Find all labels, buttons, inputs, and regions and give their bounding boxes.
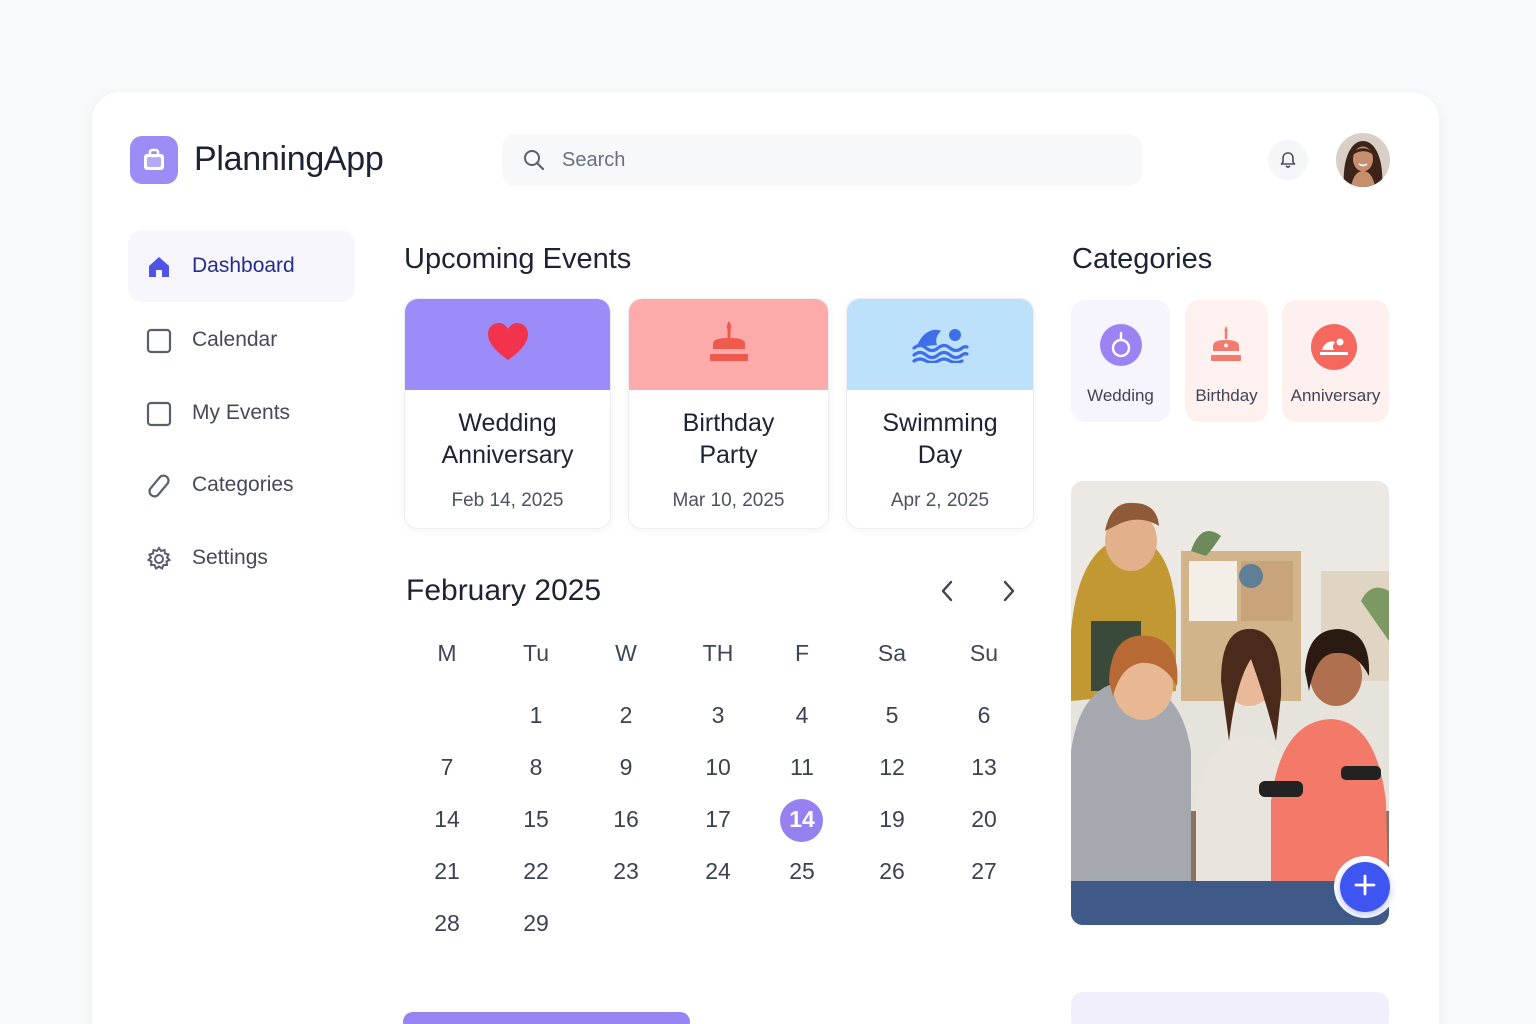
- calendar-day[interactable]: 12: [862, 754, 922, 781]
- weekday-label: Tu: [523, 640, 549, 666]
- category-tile-anniversary[interactable]: Anniversary: [1282, 300, 1389, 422]
- ring-icon: [1100, 324, 1142, 366]
- event-date: Mar 10, 2025: [672, 490, 785, 511]
- event-date: Feb 14, 2025: [451, 490, 564, 511]
- category-label: Birthday: [1195, 386, 1258, 405]
- category-tile-birthday[interactable]: Birthday: [1185, 300, 1268, 422]
- app-title: PlanningApp: [194, 140, 384, 178]
- calendar-day[interactable]: 13: [954, 754, 1014, 781]
- prev-month-button[interactable]: [930, 576, 964, 610]
- category-tile-wedding[interactable]: Wedding: [1071, 300, 1170, 422]
- calendar-day[interactable]: 2: [596, 702, 656, 729]
- calendar-day[interactable]: 14: [417, 806, 477, 833]
- sidebar-item-categories[interactable]: Categories: [128, 449, 355, 521]
- square-icon: [146, 328, 172, 354]
- weekday-label: M: [437, 640, 457, 666]
- plus-icon: [1354, 874, 1376, 901]
- event-date: Apr 2, 2025: [890, 490, 990, 511]
- sidebar-item-my-events[interactable]: My Events: [128, 377, 355, 449]
- notification-bell-icon[interactable]: [1268, 140, 1308, 180]
- calendar-day[interactable]: 26: [862, 858, 922, 885]
- calendar-day[interactable]: 28: [417, 910, 477, 937]
- calendar-month-title: February 2025: [406, 574, 602, 607]
- app-logo-icon[interactable]: [130, 136, 178, 184]
- sidebar-item-dashboard[interactable]: Dashboard: [128, 230, 355, 302]
- calendar-day[interactable]: 27: [954, 858, 1014, 885]
- calendar-day[interactable]: 25: [772, 858, 832, 885]
- cake-icon: [706, 319, 752, 370]
- calendar-day[interactable]: 6: [954, 702, 1014, 729]
- calendar-day[interactable]: 24: [688, 858, 748, 885]
- next-month-button[interactable]: [992, 576, 1026, 610]
- swimmer-icon: [911, 321, 969, 368]
- event-card-banner: [405, 299, 610, 390]
- cake-icon: [1205, 324, 1247, 366]
- gear-icon: [146, 546, 172, 572]
- calendar-day[interactable]: 9: [596, 754, 656, 781]
- weekday-label: W: [615, 640, 637, 666]
- calendar-day[interactable]: 8: [506, 754, 566, 781]
- event-title: Swimming Day: [882, 409, 998, 469]
- calendar-day[interactable]: 29: [506, 910, 566, 937]
- event-title: Birthday Party: [682, 409, 775, 469]
- chevron-right-icon: [1002, 580, 1016, 607]
- search-input[interactable]: [562, 134, 1122, 186]
- calendar-day[interactable]: 5: [862, 702, 922, 729]
- sidebar-item-settings[interactable]: Settings: [128, 522, 355, 594]
- category-label: Wedding: [1087, 386, 1154, 405]
- calendar-day[interactable]: 4: [772, 702, 832, 729]
- calendar-day[interactable]: 19: [862, 806, 922, 833]
- home-icon: [146, 254, 172, 280]
- search-bar[interactable]: [502, 134, 1142, 186]
- weekday-label: F: [794, 640, 810, 666]
- calendar-day[interactable]: 23: [596, 858, 656, 885]
- search-icon: [522, 148, 546, 177]
- calendar-day[interactable]: 17: [688, 806, 748, 833]
- calendar-day[interactable]: 10: [688, 754, 748, 781]
- weekday-label: Sa: [877, 640, 907, 666]
- sidebar-item-label: Settings: [192, 546, 268, 569]
- event-title: Wedding Anniversary: [441, 409, 574, 469]
- calendar-day[interactable]: 7: [417, 754, 477, 781]
- calendar-day[interactable]: 15: [506, 806, 566, 833]
- weekday-label: TH: [702, 640, 734, 666]
- friends-photo: [1071, 481, 1389, 925]
- user-avatar[interactable]: [1336, 133, 1390, 187]
- upcoming-events-heading: Upcoming Events: [404, 243, 632, 275]
- category-label: Anniversary: [1290, 386, 1381, 405]
- sidebar-item-label: Categories: [192, 473, 294, 496]
- add-button-circle: [1340, 862, 1390, 912]
- calendar-day[interactable]: 21: [417, 858, 477, 885]
- sidebar-item-label: Dashboard: [192, 254, 295, 277]
- bottom-action-bar[interactable]: [403, 1012, 690, 1024]
- tag-icon: [146, 473, 172, 499]
- sidebar-item-label: Calendar: [192, 328, 278, 351]
- categories-heading: Categories: [1072, 243, 1213, 275]
- event-card-banner: [629, 299, 828, 390]
- sidebar-item-label: My Events: [192, 401, 291, 424]
- calendar-day[interactable]: 20: [954, 806, 1014, 833]
- bottom-widget-card: [1071, 992, 1389, 1024]
- square-icon: [146, 401, 172, 427]
- swimmer-icon: [1311, 324, 1357, 370]
- chevron-left-icon: [940, 580, 954, 607]
- calendar-day[interactable]: 1: [506, 702, 566, 729]
- calendar-day[interactable]: 11: [772, 754, 832, 781]
- weekday-label: Su: [969, 640, 999, 666]
- calendar-day[interactable]: 22: [506, 858, 566, 885]
- event-card-banner: [847, 299, 1033, 390]
- sidebar-item-calendar[interactable]: Calendar: [128, 304, 355, 376]
- calendar-day-selected[interactable]: 14: [772, 806, 832, 833]
- add-event-button[interactable]: [1334, 856, 1396, 918]
- calendar-day[interactable]: 16: [596, 806, 656, 833]
- calendar-day[interactable]: 3: [688, 702, 748, 729]
- heart-icon: [486, 322, 530, 367]
